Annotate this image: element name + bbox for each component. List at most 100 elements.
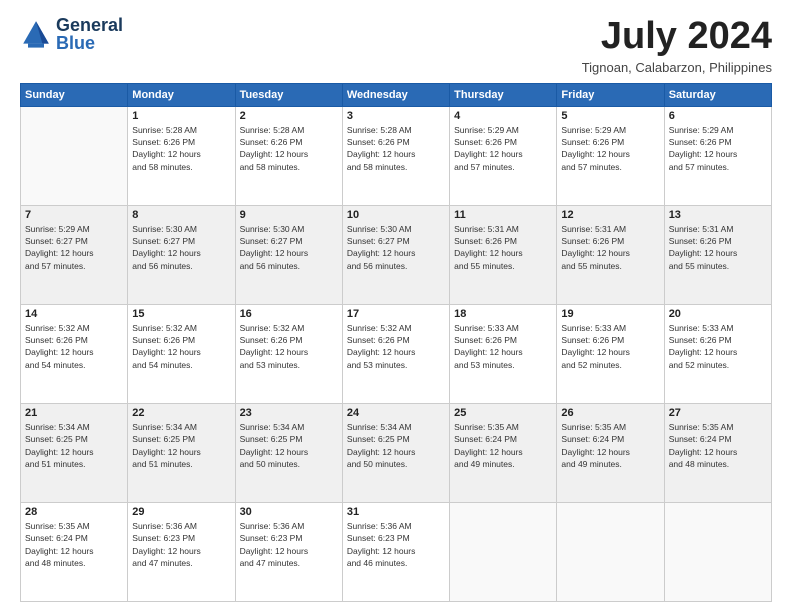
day-info: Sunrise: 5:28 AM Sunset: 6:26 PM Dayligh… [132,124,230,173]
page: General Blue July 2024 Tignoan, Calabarz… [0,0,792,612]
day-number: 7 [25,209,123,221]
table-row: 29 Sunrise: 5:36 AM Sunset: 6:23 PM Dayli… [128,502,235,601]
calendar-week-row: 14 Sunrise: 5:32 AM Sunset: 6:26 PM Dayli… [21,304,772,403]
logo-icon [20,18,52,50]
header-saturday: Saturday [664,83,771,106]
day-info: Sunrise: 5:32 AM Sunset: 6:26 PM Dayligh… [132,322,230,371]
day-number: 13 [669,209,767,221]
header-sunday: Sunday [21,83,128,106]
day-info: Sunrise: 5:34 AM Sunset: 6:25 PM Dayligh… [132,421,230,470]
table-row: 4Sunrise: 5:29 AM Sunset: 6:26 PM Daylig… [450,106,557,205]
day-info: Sunrise: 5:35 AM Sunset: 6:24 PM Dayligh… [25,520,123,569]
header-monday: Monday [128,83,235,106]
day-number: 10 [347,209,445,221]
day-info: Sunrise: 5:31 AM Sunset: 6:26 PM Dayligh… [454,223,552,272]
table-row: 7 Sunrise: 5:29 AM Sunset: 6:27 PM Daylig… [21,205,128,304]
table-row: 25 Sunrise: 5:35 AM Sunset: 6:24 PM Dayli… [450,403,557,502]
calendar-week-row: 1Sunrise: 5:28 AM Sunset: 6:26 PM Daylig… [21,106,772,205]
table-row: 20Sunrise: 5:33 AM Sunset: 6:26 PM Dayli… [664,304,771,403]
calendar-week-row: 28Sunrise: 5:35 AM Sunset: 6:24 PM Dayli… [21,502,772,601]
table-row: 10Sunrise: 5:30 AM Sunset: 6:27 PM Dayli… [342,205,449,304]
day-number: 30 [240,506,338,518]
table-row: 2Sunrise: 5:28 AM Sunset: 6:26 PM Daylig… [235,106,342,205]
day-info: Sunrise: 5:32 AM Sunset: 6:26 PM Dayligh… [347,322,445,371]
day-number: 15 [132,308,230,320]
table-row: 15 Sunrise: 5:32 AM Sunset: 6:26 PM Dayli… [128,304,235,403]
header-tuesday: Tuesday [235,83,342,106]
table-row: 30 Sunrise: 5:36 AM Sunset: 6:23 PM Dayli… [235,502,342,601]
day-number: 25 [454,407,552,419]
table-row: 14 Sunrise: 5:32 AM Sunset: 6:26 PM Dayli… [21,304,128,403]
logo: General Blue [20,16,123,52]
calendar-header-row: Sunday Monday Tuesday Wednesday Thursday… [21,83,772,106]
table-row: 1Sunrise: 5:28 AM Sunset: 6:26 PM Daylig… [128,106,235,205]
header-wednesday: Wednesday [342,83,449,106]
table-row: 31Sunrise: 5:36 AM Sunset: 6:23 PM Dayli… [342,502,449,601]
day-number: 9 [240,209,338,221]
day-number: 31 [347,506,445,518]
day-number: 3 [347,110,445,122]
table-row: 9Sunrise: 5:30 AM Sunset: 6:27 PM Daylig… [235,205,342,304]
day-info: Sunrise: 5:36 AM Sunset: 6:23 PM Dayligh… [240,520,338,569]
day-number: 4 [454,110,552,122]
header: General Blue July 2024 Tignoan, Calabarz… [20,16,772,75]
day-number: 11 [454,209,552,221]
day-number: 12 [561,209,659,221]
day-info: Sunrise: 5:28 AM Sunset: 6:26 PM Dayligh… [347,124,445,173]
day-number: 14 [25,308,123,320]
table-row: 8 Sunrise: 5:30 AM Sunset: 6:27 PM Daylig… [128,205,235,304]
day-info: Sunrise: 5:36 AM Sunset: 6:23 PM Dayligh… [132,520,230,569]
table-row: 5 Sunrise: 5:29 AM Sunset: 6:26 PM Daylig… [557,106,664,205]
calendar: Sunday Monday Tuesday Wednesday Thursday… [20,83,772,602]
day-number: 17 [347,308,445,320]
day-number: 8 [132,209,230,221]
day-number: 27 [669,407,767,419]
table-row: 22 Sunrise: 5:34 AM Sunset: 6:25 PM Dayli… [128,403,235,502]
table-row: 12 Sunrise: 5:31 AM Sunset: 6:26 PM Dayli… [557,205,664,304]
table-row: 6Sunrise: 5:29 AM Sunset: 6:26 PM Daylig… [664,106,771,205]
day-number: 2 [240,110,338,122]
table-row: 27 Sunrise: 5:35 AM Sunset: 6:24 PM Dayli… [664,403,771,502]
table-row: 18Sunrise: 5:33 AM Sunset: 6:26 PM Dayli… [450,304,557,403]
table-row: 19Sunrise: 5:33 AM Sunset: 6:26 PM Dayli… [557,304,664,403]
day-info: Sunrise: 5:33 AM Sunset: 6:26 PM Dayligh… [454,322,552,371]
day-info: Sunrise: 5:29 AM Sunset: 6:27 PM Dayligh… [25,223,123,272]
table-row [557,502,664,601]
table-row: 16 Sunrise: 5:32 AM Sunset: 6:26 PM Dayli… [235,304,342,403]
day-number: 16 [240,308,338,320]
day-info: Sunrise: 5:31 AM Sunset: 6:26 PM Dayligh… [561,223,659,272]
day-info: Sunrise: 5:32 AM Sunset: 6:26 PM Dayligh… [25,322,123,371]
day-info: Sunrise: 5:34 AM Sunset: 6:25 PM Dayligh… [25,421,123,470]
calendar-week-row: 7 Sunrise: 5:29 AM Sunset: 6:27 PM Daylig… [21,205,772,304]
table-row: 23Sunrise: 5:34 AM Sunset: 6:25 PM Dayli… [235,403,342,502]
day-number: 20 [669,308,767,320]
header-thursday: Thursday [450,83,557,106]
table-row [21,106,128,205]
day-number: 5 [561,110,659,122]
table-row: 28Sunrise: 5:35 AM Sunset: 6:24 PM Dayli… [21,502,128,601]
day-info: Sunrise: 5:35 AM Sunset: 6:24 PM Dayligh… [669,421,767,470]
day-number: 29 [132,506,230,518]
table-row: 26Sunrise: 5:35 AM Sunset: 6:24 PM Dayli… [557,403,664,502]
day-number: 21 [25,407,123,419]
table-row: 17 Sunrise: 5:32 AM Sunset: 6:26 PM Dayli… [342,304,449,403]
day-info: Sunrise: 5:30 AM Sunset: 6:27 PM Dayligh… [132,223,230,272]
table-row: 24Sunrise: 5:34 AM Sunset: 6:25 PM Dayli… [342,403,449,502]
calendar-week-row: 21 Sunrise: 5:34 AM Sunset: 6:25 PM Dayli… [21,403,772,502]
day-info: Sunrise: 5:35 AM Sunset: 6:24 PM Dayligh… [454,421,552,470]
month-title: July 2024 [582,16,772,58]
table-row: 13 Sunrise: 5:31 AM Sunset: 6:26 PM Dayli… [664,205,771,304]
day-number: 23 [240,407,338,419]
table-row [450,502,557,601]
table-row: 21 Sunrise: 5:34 AM Sunset: 6:25 PM Dayli… [21,403,128,502]
day-number: 19 [561,308,659,320]
day-number: 22 [132,407,230,419]
header-friday: Friday [557,83,664,106]
day-number: 26 [561,407,659,419]
day-info: Sunrise: 5:34 AM Sunset: 6:25 PM Dayligh… [347,421,445,470]
day-info: Sunrise: 5:29 AM Sunset: 6:26 PM Dayligh… [669,124,767,173]
title-block: July 2024 Tignoan, Calabarzon, Philippin… [582,16,772,75]
day-info: Sunrise: 5:32 AM Sunset: 6:26 PM Dayligh… [240,322,338,371]
day-info: Sunrise: 5:31 AM Sunset: 6:26 PM Dayligh… [669,223,767,272]
day-info: Sunrise: 5:29 AM Sunset: 6:26 PM Dayligh… [561,124,659,173]
